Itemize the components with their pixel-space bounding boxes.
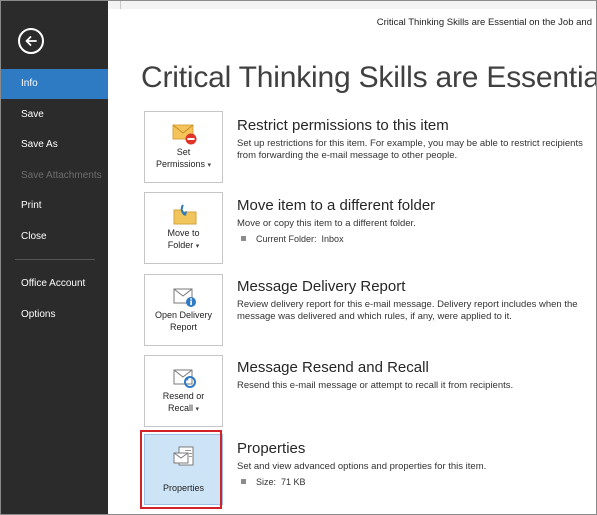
current-folder-value: Inbox xyxy=(321,234,344,244)
nav-info[interactable]: Info xyxy=(1,69,108,99)
move-to-folder-button[interactable]: Move to Folder ▾ xyxy=(144,192,223,264)
nav-save-as[interactable]: Save As xyxy=(1,130,108,160)
restrict-title: Restrict permissions to this item xyxy=(237,117,449,134)
nav-print[interactable]: Print xyxy=(1,191,108,221)
nav-close[interactable]: Close xyxy=(1,222,108,252)
title-bar-strip xyxy=(108,1,596,9)
restrict-description: Set up restrictions for this item. For e… xyxy=(237,138,583,161)
nav-options[interactable]: Options xyxy=(1,300,108,330)
dropdown-caret-icon: ▾ xyxy=(195,243,200,250)
open-delivery-report-label: Open Delivery Report xyxy=(154,310,213,332)
resend-or-recall-label: Resend or Recall ▾ xyxy=(162,391,205,413)
window-title: Critical Thinking Skills are Essential o… xyxy=(376,17,592,28)
move-to-folder-label: Move to Folder ▾ xyxy=(167,228,200,250)
delivery-report-icon xyxy=(173,288,196,307)
backstage-sidebar: Info Save Save As Save Attachments Print… xyxy=(1,1,108,514)
highlight-annotation xyxy=(140,430,222,509)
properties-description: Set and view advanced options and proper… xyxy=(237,461,487,472)
properties-title: Properties xyxy=(237,440,306,457)
envelope-restrict-icon xyxy=(172,124,197,145)
folder-move-icon xyxy=(173,204,197,225)
resend-description: Resend this e-mail message or attempt to… xyxy=(237,380,514,391)
back-arrow-icon xyxy=(25,36,37,46)
resend-or-recall-button[interactable]: Resend or Recall ▾ xyxy=(144,355,223,427)
nav-divider xyxy=(15,259,95,260)
resend-title: Message Resend and Recall xyxy=(237,359,429,376)
resend-recall-icon xyxy=(173,369,196,388)
set-permissions-label: Set Permissions ▾ xyxy=(155,147,212,169)
backstage-window: Info Save Save As Save Attachments Print… xyxy=(0,0,597,515)
set-permissions-button[interactable]: Set Permissions ▾ xyxy=(144,111,223,183)
open-delivery-report-button[interactable]: Open Delivery Report xyxy=(144,274,223,346)
back-button[interactable] xyxy=(18,28,44,54)
size-info: Size: 71 KB xyxy=(241,477,306,487)
nav-office-account[interactable]: Office Account xyxy=(1,269,108,299)
nav-save-attachments: Save Attachments xyxy=(21,170,102,181)
current-folder-info: Current Folder: Inbox xyxy=(241,234,344,244)
nav-save[interactable]: Save xyxy=(1,100,108,130)
move-description: Move or copy this item to a different fo… xyxy=(237,218,416,229)
move-title: Move item to a different folder xyxy=(237,197,436,214)
dropdown-caret-icon: ▾ xyxy=(207,162,212,169)
size-value: 71 KB xyxy=(281,477,306,487)
dropdown-caret-icon: ▾ xyxy=(195,406,200,413)
delivery-title: Message Delivery Report xyxy=(237,278,406,295)
delivery-description: Review delivery report for this e-mail m… xyxy=(237,299,578,322)
page-title: Critical Thinking Skills are Essential xyxy=(141,61,597,94)
